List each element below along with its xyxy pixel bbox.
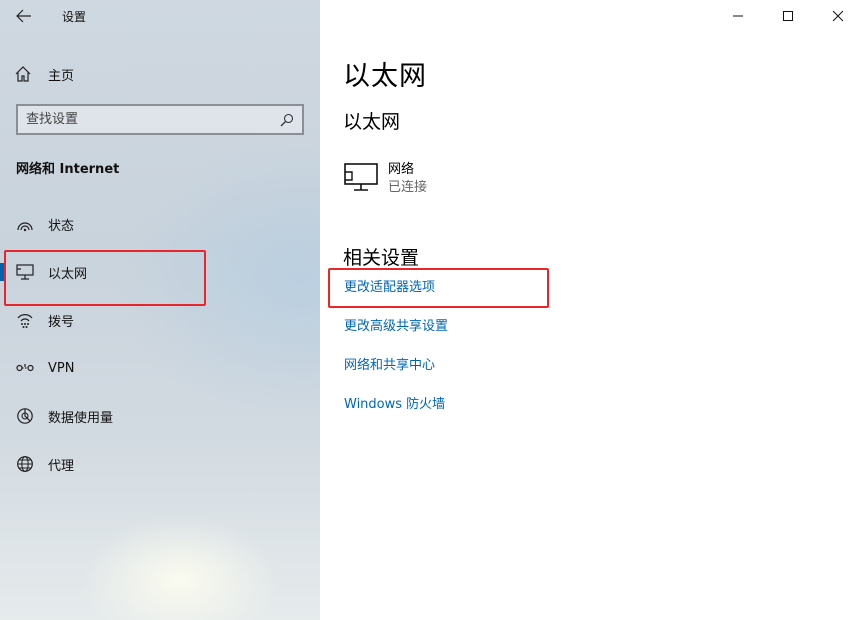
sidebar-item-status[interactable]: 状态	[0, 206, 320, 242]
home-nav[interactable]: 主页	[14, 62, 74, 86]
data-usage-icon	[16, 408, 34, 424]
sidebar: 设置 主页 网络和 Internet 状态 以太网 拨号	[0, 0, 320, 620]
ethernet-computer-icon	[343, 160, 379, 194]
globe-icon	[16, 456, 34, 472]
search-box[interactable]	[16, 104, 304, 135]
sidebar-item-label: 代理	[48, 458, 75, 474]
network-name: 网络	[388, 162, 415, 177]
back-arrow-icon	[16, 9, 31, 23]
home-icon	[14, 65, 34, 83]
search-input[interactable]	[26, 109, 276, 130]
sidebar-item-label: 状态	[48, 218, 75, 234]
maximize-icon	[783, 11, 793, 21]
sidebar-item-ethernet[interactable]: 以太网	[0, 254, 320, 290]
section-title: 网络和 Internet	[16, 162, 120, 177]
sidebar-item-label: 数据使用量	[48, 410, 114, 426]
search-icon[interactable]	[280, 112, 294, 131]
sidebar-item-data-usage[interactable]: 数据使用量	[0, 398, 320, 434]
section-heading-ethernet: 以太网	[343, 111, 401, 133]
minimize-icon	[733, 15, 743, 17]
sidebar-item-label: 拨号	[48, 314, 75, 330]
page-title: 以太网	[343, 61, 427, 92]
change-advanced-sharing-link[interactable]: 更改高级共享设置	[344, 315, 448, 334]
minimize-button[interactable]	[713, 0, 763, 32]
back-button[interactable]	[8, 4, 40, 28]
maximize-button[interactable]	[763, 0, 813, 32]
vpn-icon	[16, 360, 34, 376]
network-connection-tile[interactable]: 网络 已连接	[343, 160, 427, 204]
sidebar-item-proxy[interactable]: 代理	[0, 446, 320, 482]
status-icon	[16, 216, 34, 232]
sidebar-item-vpn[interactable]: VPN	[0, 350, 320, 386]
home-label: 主页	[48, 68, 75, 84]
sidebar-item-label: VPN	[48, 360, 75, 376]
window-controls	[713, 0, 863, 32]
title-bar: 设置	[0, 0, 320, 32]
close-button[interactable]	[813, 0, 863, 32]
close-icon	[832, 10, 844, 22]
dialup-icon	[16, 312, 34, 328]
sidebar-item-dialup[interactable]: 拨号	[0, 302, 320, 338]
change-adapter-options-link[interactable]: 更改适配器选项	[344, 276, 435, 295]
sidebar-item-label: 以太网	[48, 266, 88, 282]
network-status: 已连接	[388, 180, 428, 195]
ethernet-icon	[16, 264, 34, 280]
app-title: 设置	[62, 10, 87, 24]
network-sharing-center-link[interactable]: 网络和共享中心	[344, 354, 435, 373]
windows-firewall-link[interactable]: Windows 防火墙	[344, 393, 445, 412]
related-settings-title: 相关设置	[343, 247, 420, 269]
selected-indicator	[0, 263, 4, 281]
